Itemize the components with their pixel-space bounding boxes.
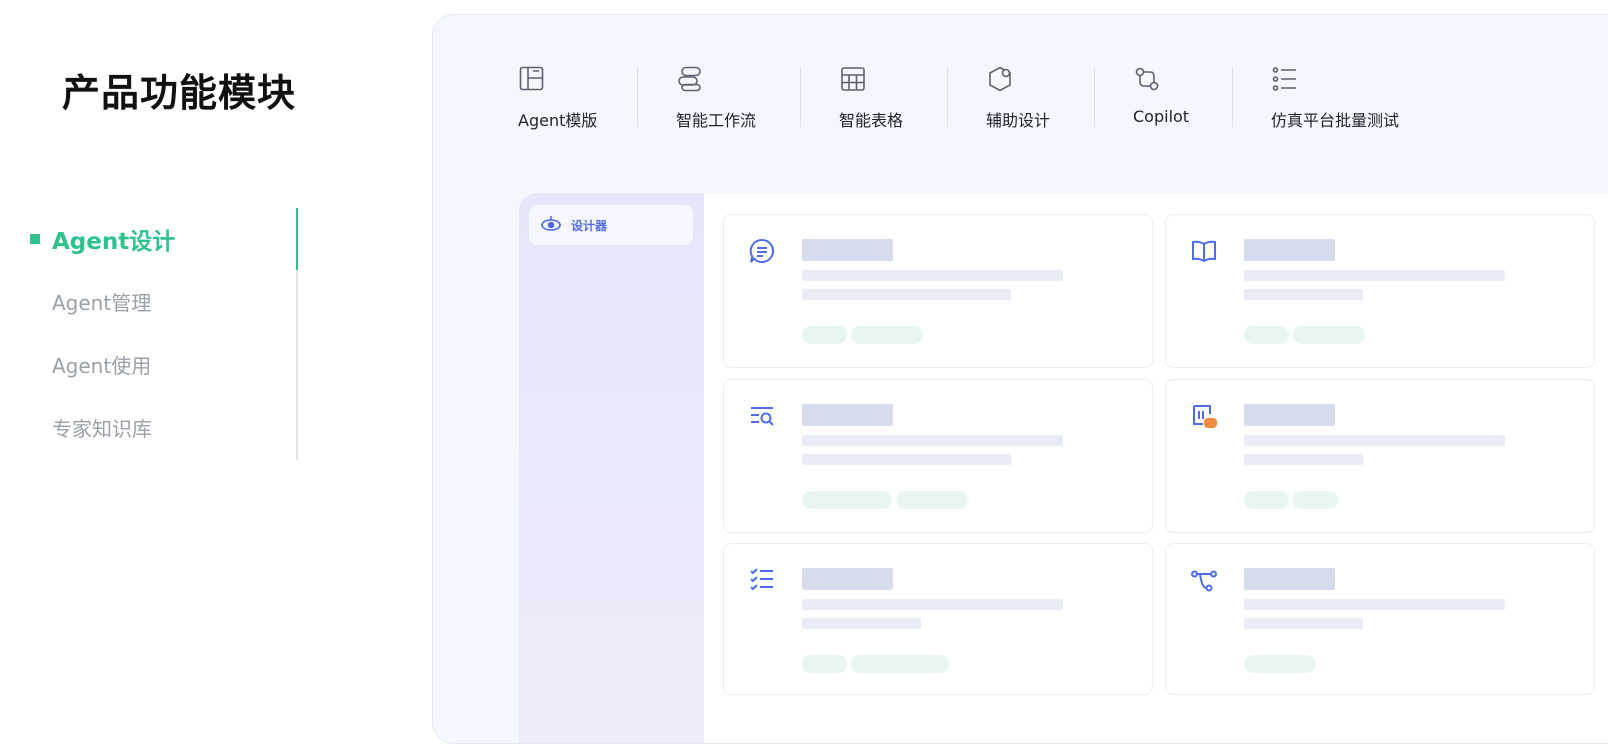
tool-label: Agent模版 <box>518 111 598 130</box>
card-title-placeholder <box>1244 239 1335 261</box>
agent-card[interactable] <box>723 379 1153 533</box>
card-text-placeholder <box>802 618 921 629</box>
checklist-icon <box>750 568 773 591</box>
section-title: 产品功能模块 <box>62 71 297 115</box>
toolbar-divider <box>637 67 638 127</box>
toolbar-divider <box>800 67 801 127</box>
search-list-icon <box>751 407 774 426</box>
nav-item-label: 专家知识库 <box>52 416 152 441</box>
feature-side-nav: Agent设计 Agent管理 Agent使用 专家知识库 <box>30 208 298 460</box>
card-tags <box>802 655 949 673</box>
tag-placeholder <box>1293 326 1365 344</box>
toolbar-divider <box>1232 67 1233 127</box>
tool-smart-workflow[interactable]: 智能工作流 <box>676 65 756 131</box>
app-sidebar: 设计器 <box>519 193 704 743</box>
agent-card[interactable] <box>723 543 1153 695</box>
template-layout-icon <box>519 66 544 91</box>
card-tags <box>1244 326 1365 344</box>
toolbar-divider <box>947 67 948 127</box>
card-text-placeholder <box>802 289 1011 300</box>
tag-placeholder <box>802 326 847 344</box>
card-title-placeholder <box>802 568 893 590</box>
app-main-content <box>704 193 1608 743</box>
tool-label: 辅助设计 <box>986 111 1051 130</box>
card-text-placeholder <box>1244 289 1363 300</box>
agent-card[interactable] <box>723 214 1153 368</box>
tag-placeholder <box>896 491 968 509</box>
card-text-placeholder <box>802 454 1011 465</box>
tool-label: 智能表格 <box>839 111 904 130</box>
active-bullet-icon <box>30 234 40 244</box>
tool-label: 仿真平台批量测试 <box>1271 111 1400 130</box>
nav-item-agent-manage[interactable]: Agent管理 <box>30 270 151 332</box>
feature-toolbar: Agent模版 智能工作流 智能表格 辅助设计 Copilot 仿真平台批量测试 <box>433 15 1608 155</box>
card-tags <box>802 491 968 509</box>
card-text-placeholder <box>802 270 1063 281</box>
toolbar-divider <box>1094 67 1095 127</box>
card-tags <box>1244 491 1338 509</box>
tool-assisted-design[interactable]: 辅助设计 <box>986 65 1050 131</box>
tag-placeholder <box>851 655 949 673</box>
book-open-icon <box>1192 240 1216 263</box>
agent-robot-icon <box>541 216 561 231</box>
tag-placeholder <box>802 491 892 509</box>
tag-placeholder <box>851 326 923 344</box>
card-title-placeholder <box>802 404 893 426</box>
agent-card[interactable] <box>1165 543 1595 695</box>
designer-menu-item[interactable]: 设计器 <box>529 205 693 245</box>
nav-item-label: Agent管理 <box>52 290 152 315</box>
card-text-placeholder <box>1244 618 1363 629</box>
tag-placeholder <box>1244 326 1289 344</box>
nav-item-expert-knowledge[interactable]: 专家知识库 <box>30 396 152 458</box>
table-grid-icon <box>841 67 865 91</box>
card-text-placeholder <box>802 435 1063 446</box>
tool-label: 智能工作流 <box>676 111 757 130</box>
agent-card[interactable] <box>1165 214 1595 368</box>
nav-item-label: Agent使用 <box>52 353 152 378</box>
nav-active-indicator <box>296 208 298 270</box>
card-text-placeholder <box>1244 270 1505 281</box>
tag-placeholder <box>1244 491 1289 509</box>
card-tags <box>802 326 923 344</box>
chat-message-icon <box>749 238 775 263</box>
tool-simulation-test[interactable]: 仿真平台批量测试 <box>1271 65 1399 131</box>
nav-item-agent-use[interactable]: Agent使用 <box>30 333 151 395</box>
tool-agent-template[interactable]: Agent模版 <box>518 65 597 131</box>
agent-card[interactable] <box>1165 379 1595 533</box>
card-text-placeholder <box>1244 599 1505 610</box>
card-text-placeholder <box>1244 435 1505 446</box>
tag-placeholder <box>1244 655 1316 673</box>
tool-copilot[interactable]: Copilot <box>1133 65 1189 126</box>
card-text-placeholder <box>802 599 1063 610</box>
card-title-placeholder <box>802 239 893 261</box>
checklist-icon <box>1272 67 1296 91</box>
card-title-placeholder <box>1244 568 1335 590</box>
card-title-placeholder <box>1244 404 1335 426</box>
workflow-icon <box>678 66 701 92</box>
copilot-route-icon <box>1135 67 1159 91</box>
api-tool-icon <box>1193 405 1217 428</box>
app-mockup: 设计器 <box>519 193 1608 743</box>
hexagon-design-icon <box>989 66 1011 92</box>
card-text-placeholder <box>1244 454 1363 465</box>
tool-smart-table[interactable]: 智能表格 <box>839 65 903 131</box>
designer-label: 设计器 <box>571 218 608 233</box>
card-tags <box>1244 655 1316 673</box>
route-branch-icon <box>1191 570 1217 592</box>
page: 产品功能模块 Agent设计 Agent管理 Agent使用 专家知识库 Age… <box>0 0 1608 744</box>
nav-item-label: Agent设计 <box>52 229 176 255</box>
nav-item-agent-design[interactable]: Agent设计 <box>30 208 175 270</box>
tool-label: Copilot <box>1133 107 1190 126</box>
product-preview-panel: Agent模版 智能工作流 智能表格 辅助设计 Copilot 仿真平台批量测试… <box>432 14 1608 744</box>
tag-placeholder <box>802 655 847 673</box>
tag-placeholder <box>1293 491 1338 509</box>
